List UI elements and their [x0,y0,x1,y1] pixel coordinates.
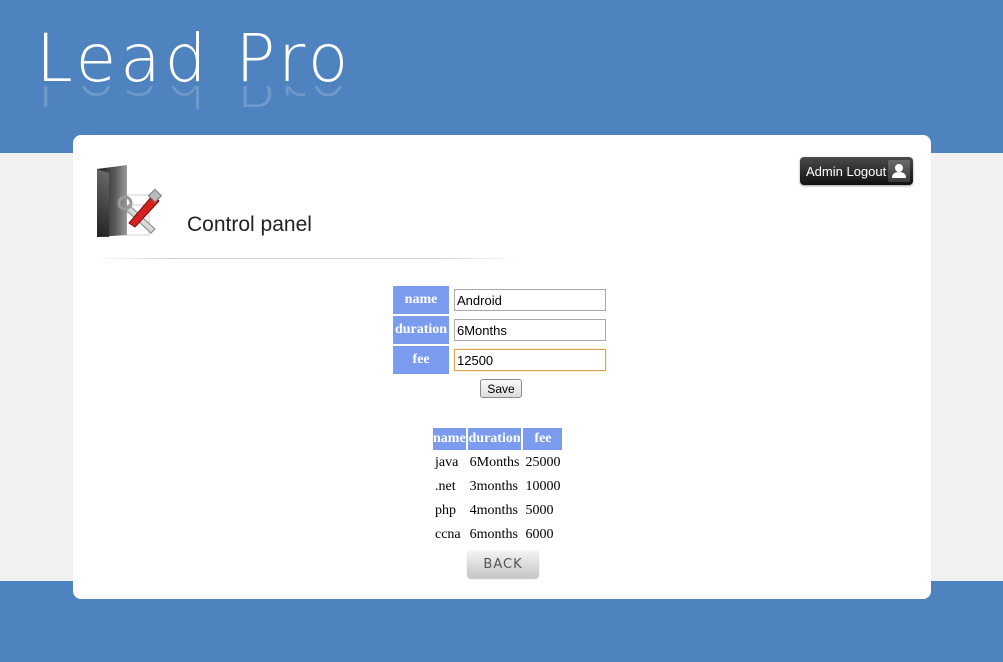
fee-field[interactable] [454,349,606,371]
page: Lead Pro Lead Pro [0,0,1003,662]
back-button[interactable]: BACK [467,550,539,578]
table-row: .net 3months 10000 [433,476,562,498]
cell-name: php [435,503,456,518]
duration-label: duration [393,316,449,344]
app-logo: Lead Pro [36,20,353,97]
column-header-fee: fee [523,428,563,450]
cell-duration: 6Months [469,455,520,470]
table-row: ccna 6months 6000 [433,524,562,546]
table-row: php 4months 5000 [433,500,562,522]
user-icon [888,160,910,182]
courses-table: name duration fee java 6Months 25000 .ne… [431,426,564,548]
cell-fee: 25000 [525,455,561,470]
column-header-name: name [433,428,466,450]
form-row-name: name [393,286,606,314]
name-field[interactable] [454,289,606,311]
cell-fee: 6000 [525,527,554,542]
fee-label: fee [393,346,449,374]
cell-name: java [435,455,459,470]
duration-field[interactable] [454,319,606,341]
form-row-duration: duration [393,316,606,344]
course-form: name duration fee [391,284,608,376]
cell-duration: 4months [469,503,518,518]
cell-name: ccna [435,527,461,542]
table-header-row: name duration fee [433,428,563,450]
cell-duration: 3months [469,479,518,494]
cell-name: .net [435,479,456,494]
app-logo-reflection: Lead Pro [36,86,352,114]
content-card: Control panel Admin Logout name duration [73,135,931,599]
cell-duration: 6months [469,527,518,542]
admin-logout-label: Admin Logout [806,163,887,179]
cell-fee: 5000 [525,503,554,518]
cell-fee: 10000 [525,479,561,494]
form-row-fee: fee [393,346,606,374]
folder-tools-icon [95,165,167,241]
table-row: java 6Months 25000 [433,452,562,474]
name-label: name [393,286,449,314]
title-divider [91,258,521,259]
save-button[interactable]: Save [480,379,522,398]
admin-logout-button[interactable]: Admin Logout [800,157,913,185]
page-title: Control panel [187,213,312,236]
column-header-duration: duration [467,428,522,450]
